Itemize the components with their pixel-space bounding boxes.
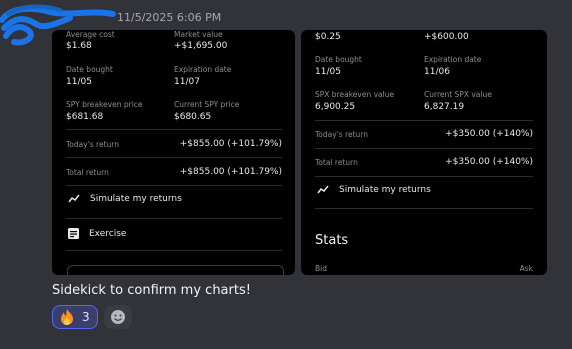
top-right-value: +$600.00 [424,32,469,42]
date-bought-value: 11/05 [315,67,341,77]
total-return-label: Total return [66,168,109,177]
timestamp: 11/5/2025 6:06 PM [117,11,222,24]
position-card-spx: $0.25 +$600.00 Date bought 11/05 Expirat… [301,30,547,275]
breakeven-label: SPX breakeven value [315,90,395,99]
message-text: Sidekick to confirm my charts! [52,283,251,298]
trend-line-icon [317,185,329,194]
current-value-value: 6,827.19 [424,102,465,112]
todays-return-value: +$855.00 (+101.79%) [179,139,282,149]
expiration-label: Expiration date [424,55,482,64]
card-bottom-outline-button[interactable] [67,265,284,275]
breakeven-value: 6,900.25 [315,102,356,112]
divider [66,157,282,158]
ask-label: Ask [519,264,533,273]
position-card-spy: Average cost $1.68 Market value +$1,695.… [52,30,295,275]
smiley-icon [111,310,125,324]
add-reaction-button[interactable] [104,305,132,329]
top-left-value: $0.25 [315,32,341,42]
date-bought-value: 11/05 [66,77,92,87]
todays-return-label: Today's return [66,140,119,149]
market-value-value: +$1,695.00 [174,41,228,51]
avg-cost-value: $1.68 [66,41,92,51]
market-value-label: Market value [174,30,223,39]
breakeven-value: $681.68 [66,112,104,122]
exercise-label: Exercise [89,228,127,239]
date-bought-label: Date bought [66,65,113,74]
todays-return-value: +$350.00 (+140%) [445,129,533,139]
divider [66,250,282,251]
expiration-label: Expiration date [174,65,232,74]
simulate-returns-button[interactable]: Simulate my returns [317,185,431,195]
current-price-value: $680.65 [174,112,212,122]
divider [315,208,533,209]
breakeven-label: SPY breakeven price [66,100,143,109]
simulate-returns-button[interactable]: Simulate my returns [68,194,182,204]
exercise-button[interactable]: Exercise [68,228,126,239]
simulate-returns-label: Simulate my returns [90,194,182,204]
expiration-value: 11/06 [424,67,450,77]
divider [66,129,282,130]
reaction-fire[interactable]: 3 [52,305,98,329]
total-return-value: +$350.00 (+140%) [445,157,533,167]
total-return-value: +$855.00 (+101.79%) [179,167,282,177]
current-value-label: Current SPX value [424,90,492,99]
reaction-count: 3 [82,310,90,324]
date-bought-label: Date bought [315,55,362,64]
current-price-label: Current SPY price [174,100,240,109]
bid-label: Bid [315,264,327,273]
divider [315,148,533,149]
trend-line-icon [68,194,80,203]
avg-cost-label: Average cost [66,30,115,39]
total-return-label: Total return [315,158,358,167]
todays-return-label: Today's return [315,130,368,139]
expiration-value: 11/07 [174,77,200,87]
divider [315,120,533,121]
stats-heading: Stats [315,233,349,248]
document-icon [68,228,79,239]
fire-icon [61,309,73,325]
divider [66,218,282,219]
divider [315,176,533,177]
divider [66,185,282,186]
simulate-returns-label: Simulate my returns [339,185,431,195]
